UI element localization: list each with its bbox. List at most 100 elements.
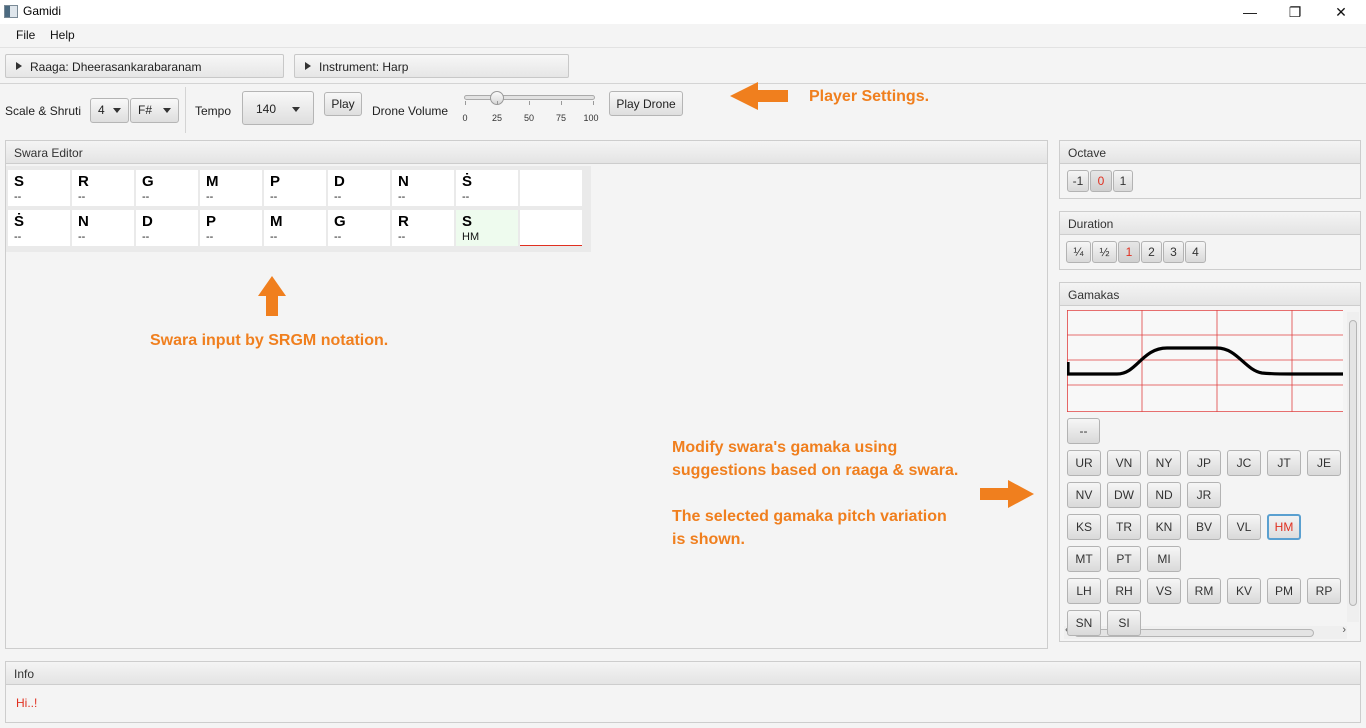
gamaka-button-sn[interactable]: SN: [1067, 610, 1101, 636]
menu-file[interactable]: File: [16, 28, 35, 42]
gamaka-button-vn[interactable]: VN: [1107, 450, 1141, 476]
gamaka-button-kv[interactable]: KV: [1227, 578, 1261, 604]
swara-cell[interactable]: Ṡ --: [456, 170, 518, 206]
octave-option-button[interactable]: 0: [1090, 170, 1112, 192]
gamaka-button-hm[interactable]: HM: [1267, 514, 1301, 540]
swara-note: R: [398, 213, 409, 230]
swara-gamaka: --: [398, 231, 406, 243]
gamaka-button-pm[interactable]: PM: [1267, 578, 1301, 604]
duration-option-button[interactable]: 1: [1118, 241, 1140, 263]
slider-tick: [593, 101, 594, 105]
swara-note: S: [462, 213, 473, 230]
gamaka-button-jc[interactable]: JC: [1227, 450, 1261, 476]
app-icon: [4, 5, 18, 18]
annotation-gamaka-line4: is shown.: [672, 531, 745, 548]
swara-cell[interactable]: S --: [8, 170, 70, 206]
swara-cell[interactable]: R --: [72, 170, 134, 206]
drone-volume-label: Drone Volume: [372, 104, 449, 118]
gamaka-button-jr[interactable]: JR: [1187, 482, 1221, 508]
swara-cell[interactable]: G --: [328, 210, 390, 246]
gamaka-button-jt[interactable]: JT: [1267, 450, 1301, 476]
swara-cell[interactable]: P --: [200, 210, 262, 246]
swara-cell[interactable]: Ṡ --: [8, 210, 70, 246]
gamaka-button-vl[interactable]: VL: [1227, 514, 1261, 540]
swara-note: R: [78, 173, 89, 190]
tempo-select[interactable]: 140: [242, 91, 314, 125]
gamaka-button-rp[interactable]: RP: [1307, 578, 1341, 604]
slider-tick-label: 100: [583, 113, 599, 123]
annotation-swara-input: Swara input by SRGM notation.: [150, 332, 389, 349]
swara-cell[interactable]: D --: [136, 210, 198, 246]
gamaka-button-tr[interactable]: TR: [1107, 514, 1141, 540]
gamaka-button-nd[interactable]: ND: [1147, 482, 1181, 508]
gamaka-button-nv[interactable]: NV: [1067, 482, 1101, 508]
swara-gamaka: --: [14, 191, 22, 203]
right-arrow-icon: [980, 480, 1034, 508]
swara-cell[interactable]: N --: [392, 170, 454, 206]
menu-help[interactable]: Help: [50, 28, 75, 42]
slider-tick: [497, 101, 498, 105]
gamaka-button-dw[interactable]: DW: [1107, 482, 1141, 508]
slider-tick-label: 75: [555, 113, 567, 123]
swara-cell[interactable]: [520, 170, 582, 206]
swara-cell[interactable]: R --: [392, 210, 454, 246]
raaga-pane[interactable]: Raaga: Dheerasankarabaranam: [5, 54, 284, 78]
gamaka-button-vs[interactable]: VS: [1147, 578, 1181, 604]
vertical-scrollbar[interactable]: [1347, 312, 1359, 622]
swara-gamaka: --: [142, 231, 150, 243]
swara-cell[interactable]: M --: [264, 210, 326, 246]
gamaka-button-ur[interactable]: UR: [1067, 450, 1101, 476]
gamaka-button-rh[interactable]: RH: [1107, 578, 1141, 604]
gamaka-button-mi[interactable]: MI: [1147, 546, 1181, 572]
gamaka-button-si[interactable]: SI: [1107, 610, 1141, 636]
octave-option-button[interactable]: 1: [1113, 170, 1133, 192]
swara-cell[interactable]: P --: [264, 170, 326, 206]
instrument-pane[interactable]: Instrument: Harp: [294, 54, 569, 78]
swara-note: S: [14, 173, 25, 190]
vertical-scrollbar-thumb[interactable]: [1349, 320, 1357, 606]
swara-cell[interactable]: D --: [328, 170, 390, 206]
swara-cell[interactable]: G --: [136, 170, 198, 206]
swara-gamaka: --: [78, 231, 86, 243]
gamaka-button-ks[interactable]: KS: [1067, 514, 1101, 540]
gamaka-button-mt[interactable]: MT: [1067, 546, 1101, 572]
gamaka-button-je[interactable]: JE: [1307, 450, 1341, 476]
duration-option-button[interactable]: 4: [1185, 241, 1206, 263]
swara-note: Ṡ: [14, 213, 25, 230]
swara-gamaka: --: [270, 191, 278, 203]
swara-note: M: [206, 173, 219, 190]
play-button[interactable]: Play: [324, 92, 362, 116]
octave-option-button[interactable]: -1: [1067, 170, 1089, 192]
swara-cell[interactable]: [520, 210, 582, 246]
gamaka-button-bv[interactable]: BV: [1187, 514, 1221, 540]
swara-cell[interactable]: S HM: [456, 210, 518, 246]
duration-option-button[interactable]: ¼: [1066, 241, 1091, 263]
gamaka-button-lh[interactable]: LH: [1067, 578, 1101, 604]
tempo-value: 140: [256, 102, 277, 116]
minimize-button[interactable]: —: [1227, 0, 1273, 24]
restore-button[interactable]: ❐: [1272, 0, 1318, 24]
duration-option-button[interactable]: ½: [1092, 241, 1117, 263]
gamaka-none-button[interactable]: --: [1067, 418, 1100, 444]
swara-gamaka: --: [334, 191, 342, 203]
scroll-right-icon[interactable]: ›: [1342, 624, 1346, 636]
scale-shruti-label: Scale & Shruti: [5, 104, 82, 118]
close-button[interactable]: ✕: [1318, 0, 1364, 24]
play-drone-button[interactable]: Play Drone: [609, 91, 683, 116]
duration-option-button[interactable]: 3: [1163, 241, 1184, 263]
info-message: Hi..!: [16, 696, 38, 710]
scale-select[interactable]: 4: [90, 98, 129, 123]
annotation-gamaka-line3: The selected gamaka pitch variation: [672, 508, 947, 525]
swara-cell[interactable]: N --: [72, 210, 134, 246]
drone-volume-slider[interactable]: [464, 95, 595, 100]
gamaka-button-rm[interactable]: RM: [1187, 578, 1221, 604]
gamaka-button-ny[interactable]: NY: [1147, 450, 1181, 476]
gamaka-button-kn[interactable]: KN: [1147, 514, 1181, 540]
gamaka-button-jp[interactable]: JP: [1187, 450, 1221, 476]
shruti-select[interactable]: F#: [130, 98, 179, 123]
gamaka-button-pt[interactable]: PT: [1107, 546, 1141, 572]
slider-tick-label: 25: [491, 113, 503, 123]
duration-option-button[interactable]: 2: [1141, 241, 1162, 263]
swara-cell[interactable]: M --: [200, 170, 262, 206]
swara-editor-title: Swara Editor: [14, 146, 83, 160]
